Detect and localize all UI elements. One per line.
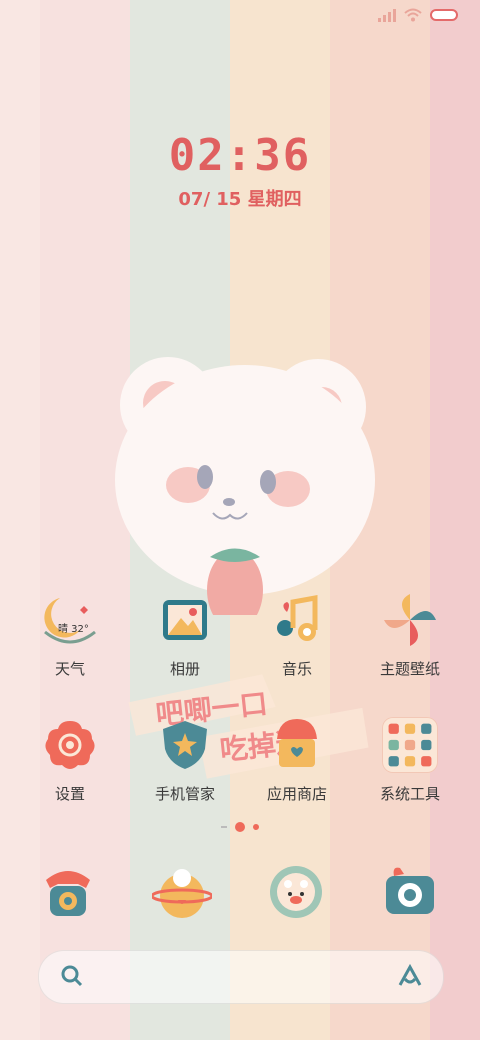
app-security[interactable]: 手机管家 [135,715,235,804]
weather-badge: 晴 32° [58,622,89,635]
clock-time[interactable]: 02:36 [0,130,480,181]
app-weather[interactable]: 晴 32° 天气 [20,590,120,679]
music-icon [267,590,327,650]
messages-icon[interactable] [266,862,326,922]
page-indicator[interactable] [0,822,480,832]
weather-icon: 晴 32° [40,590,100,650]
app-gallery[interactable]: 相册 [135,590,235,679]
clock-date[interactable]: 07/ 15 星期四 [0,185,480,211]
gallery-icon [155,590,215,650]
phone-icon[interactable] [38,862,98,922]
app-label: 应用商店 [266,785,327,803]
app-label: 主题壁纸 [379,660,440,678]
app-label: 手机管家 [154,785,215,803]
security-icon [155,715,215,775]
app-store[interactable]: 应用商店 [247,715,347,804]
list-page-dot [221,826,227,828]
app-theme[interactable]: 主题壁纸 [360,590,460,679]
current-page-dot [235,822,245,832]
settings-icon [40,715,100,775]
app-label: 天气 [54,660,85,678]
store-icon [267,715,327,775]
page-dot [253,824,259,830]
app-label: 系统工具 [379,785,440,803]
status-bar [378,8,458,22]
bear-illustration [115,357,375,615]
theme-icon [380,590,440,650]
battery-icon [430,9,458,21]
dock [0,862,480,922]
browser-icon[interactable] [152,862,212,922]
assistant-icon[interactable] [397,963,423,989]
camera-icon[interactable] [380,862,440,922]
wifi-icon [404,8,422,22]
search-bar[interactable] [38,950,444,1004]
signal-icon [378,9,396,22]
folder-icon [380,715,440,775]
app-settings[interactable]: 设置 [20,715,120,804]
app-folder[interactable]: 系统工具 [360,715,460,804]
app-label: 设置 [54,785,85,803]
search-icon[interactable] [59,963,85,989]
